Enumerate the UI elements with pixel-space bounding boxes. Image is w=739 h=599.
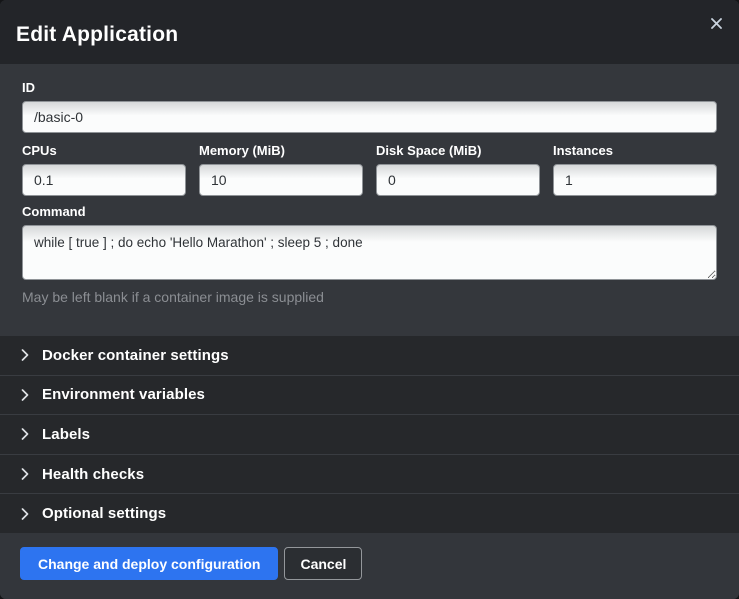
id-input[interactable] [22,101,717,133]
section-label: Docker container settings [42,347,229,364]
chevron-right-icon [21,428,29,440]
chevron-right-icon [21,389,29,401]
close-button[interactable] [705,12,727,34]
resources-row: CPUs Memory (MiB) Disk Space (MiB) Insta… [22,135,717,196]
section-label: Labels [42,426,90,443]
cpus-field-group: CPUs [22,135,186,196]
instances-input[interactable] [553,164,717,196]
command-textarea[interactable]: while [ true ] ; do echo 'Hello Marathon… [22,225,717,280]
disk-space-input[interactable] [376,164,540,196]
section-health-checks[interactable]: Health checks [0,455,739,495]
section-label: Optional settings [42,505,166,522]
section-label: Environment variables [42,386,205,403]
cpus-input[interactable] [22,164,186,196]
change-and-deploy-button[interactable]: Change and deploy configuration [20,547,278,580]
memory-label: Memory (MiB) [199,143,363,158]
disk-space-label: Disk Space (MiB) [376,143,540,158]
id-label: ID [22,80,717,95]
modal-title: Edit Application [16,23,178,47]
disk-field-group: Disk Space (MiB) [376,135,540,196]
memory-field-group: Memory (MiB) [199,135,363,196]
memory-input[interactable] [199,164,363,196]
section-optional-settings[interactable]: Optional settings [0,494,739,533]
instances-field-group: Instances [553,135,717,196]
accordion-sections: Docker container settings Environment va… [0,336,739,533]
form-body: ID CPUs Memory (MiB) Disk Space (MiB) In… [0,64,739,336]
modal-header: Edit Application [0,0,739,64]
chevron-right-icon [21,468,29,480]
section-environment-variables[interactable]: Environment variables [0,376,739,416]
section-docker-container-settings[interactable]: Docker container settings [0,336,739,376]
close-icon [711,18,722,29]
command-label: Command [22,204,717,219]
chevron-right-icon [21,349,29,361]
command-help-text: May be left blank if a container image i… [22,289,717,305]
edit-application-modal: Edit Application ID CPUs Memory (MiB) Di… [0,0,739,599]
cancel-button[interactable]: Cancel [284,547,362,580]
section-labels[interactable]: Labels [0,415,739,455]
chevron-right-icon [21,508,29,520]
section-label: Health checks [42,466,144,483]
cpus-label: CPUs [22,143,186,158]
instances-label: Instances [553,143,717,158]
modal-footer: Change and deploy configuration Cancel [0,533,739,599]
